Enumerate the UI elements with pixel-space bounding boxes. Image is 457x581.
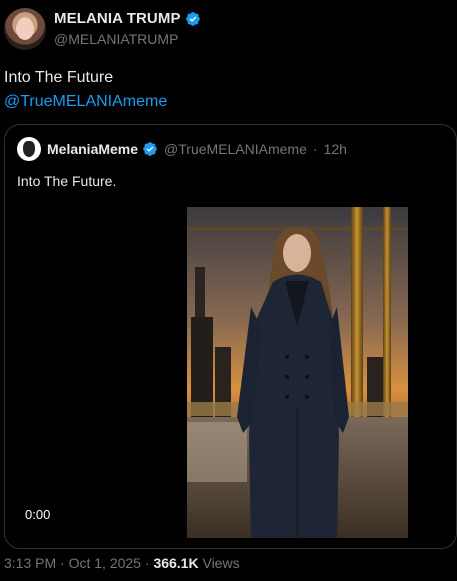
author-name-row: MELANIA TRUMP [54,10,201,27]
video-frame-image [187,207,408,538]
quoted-timestamp[interactable]: 12h [324,141,347,157]
verified-badge-icon [143,142,157,156]
quoted-tweet-header: MelaniaMeme @TrueMELANIAmeme · 12h [17,137,347,161]
tweet-time[interactable]: 3:13 PM [4,555,56,571]
tweet-body: Into The Future @TrueMELANIAmeme [4,66,167,114]
tweet-mention-link[interactable]: @TrueMELANIAmeme [4,90,167,114]
tweet-date[interactable]: Oct 1, 2025 [69,555,141,571]
tweet-header: MELANIA TRUMP @MELANIATRUMP [4,8,453,52]
tweet-text: Into The Future [4,69,114,86]
quoted-author-avatar[interactable] [17,137,41,161]
video-time-indicator: 0:00 [25,507,51,522]
quoted-author-display-name[interactable]: MelaniaMeme [47,141,138,157]
author-handle[interactable]: @MELANIATRUMP [54,31,178,47]
meta-separator: · [144,555,150,571]
quoted-video[interactable] [187,207,408,538]
author-display-name[interactable]: MELANIA TRUMP [54,10,181,27]
tweet-meta: 3:13 PM · Oct 1, 2025 · 366.1K Views [4,555,240,571]
views-label: Views [202,555,240,571]
quoted-tweet-card[interactable]: MelaniaMeme @TrueMELANIAmeme · 12h Into … [4,124,457,549]
meta-separator: · [60,555,65,571]
quoted-tweet-text: Into The Future. [17,173,117,189]
verified-badge-icon [185,11,200,26]
views-count: 366.1K [153,555,199,571]
author-avatar[interactable] [4,8,46,50]
quoted-separator: · [312,141,318,157]
quoted-author-handle[interactable]: @TrueMELANIAmeme [164,141,307,157]
